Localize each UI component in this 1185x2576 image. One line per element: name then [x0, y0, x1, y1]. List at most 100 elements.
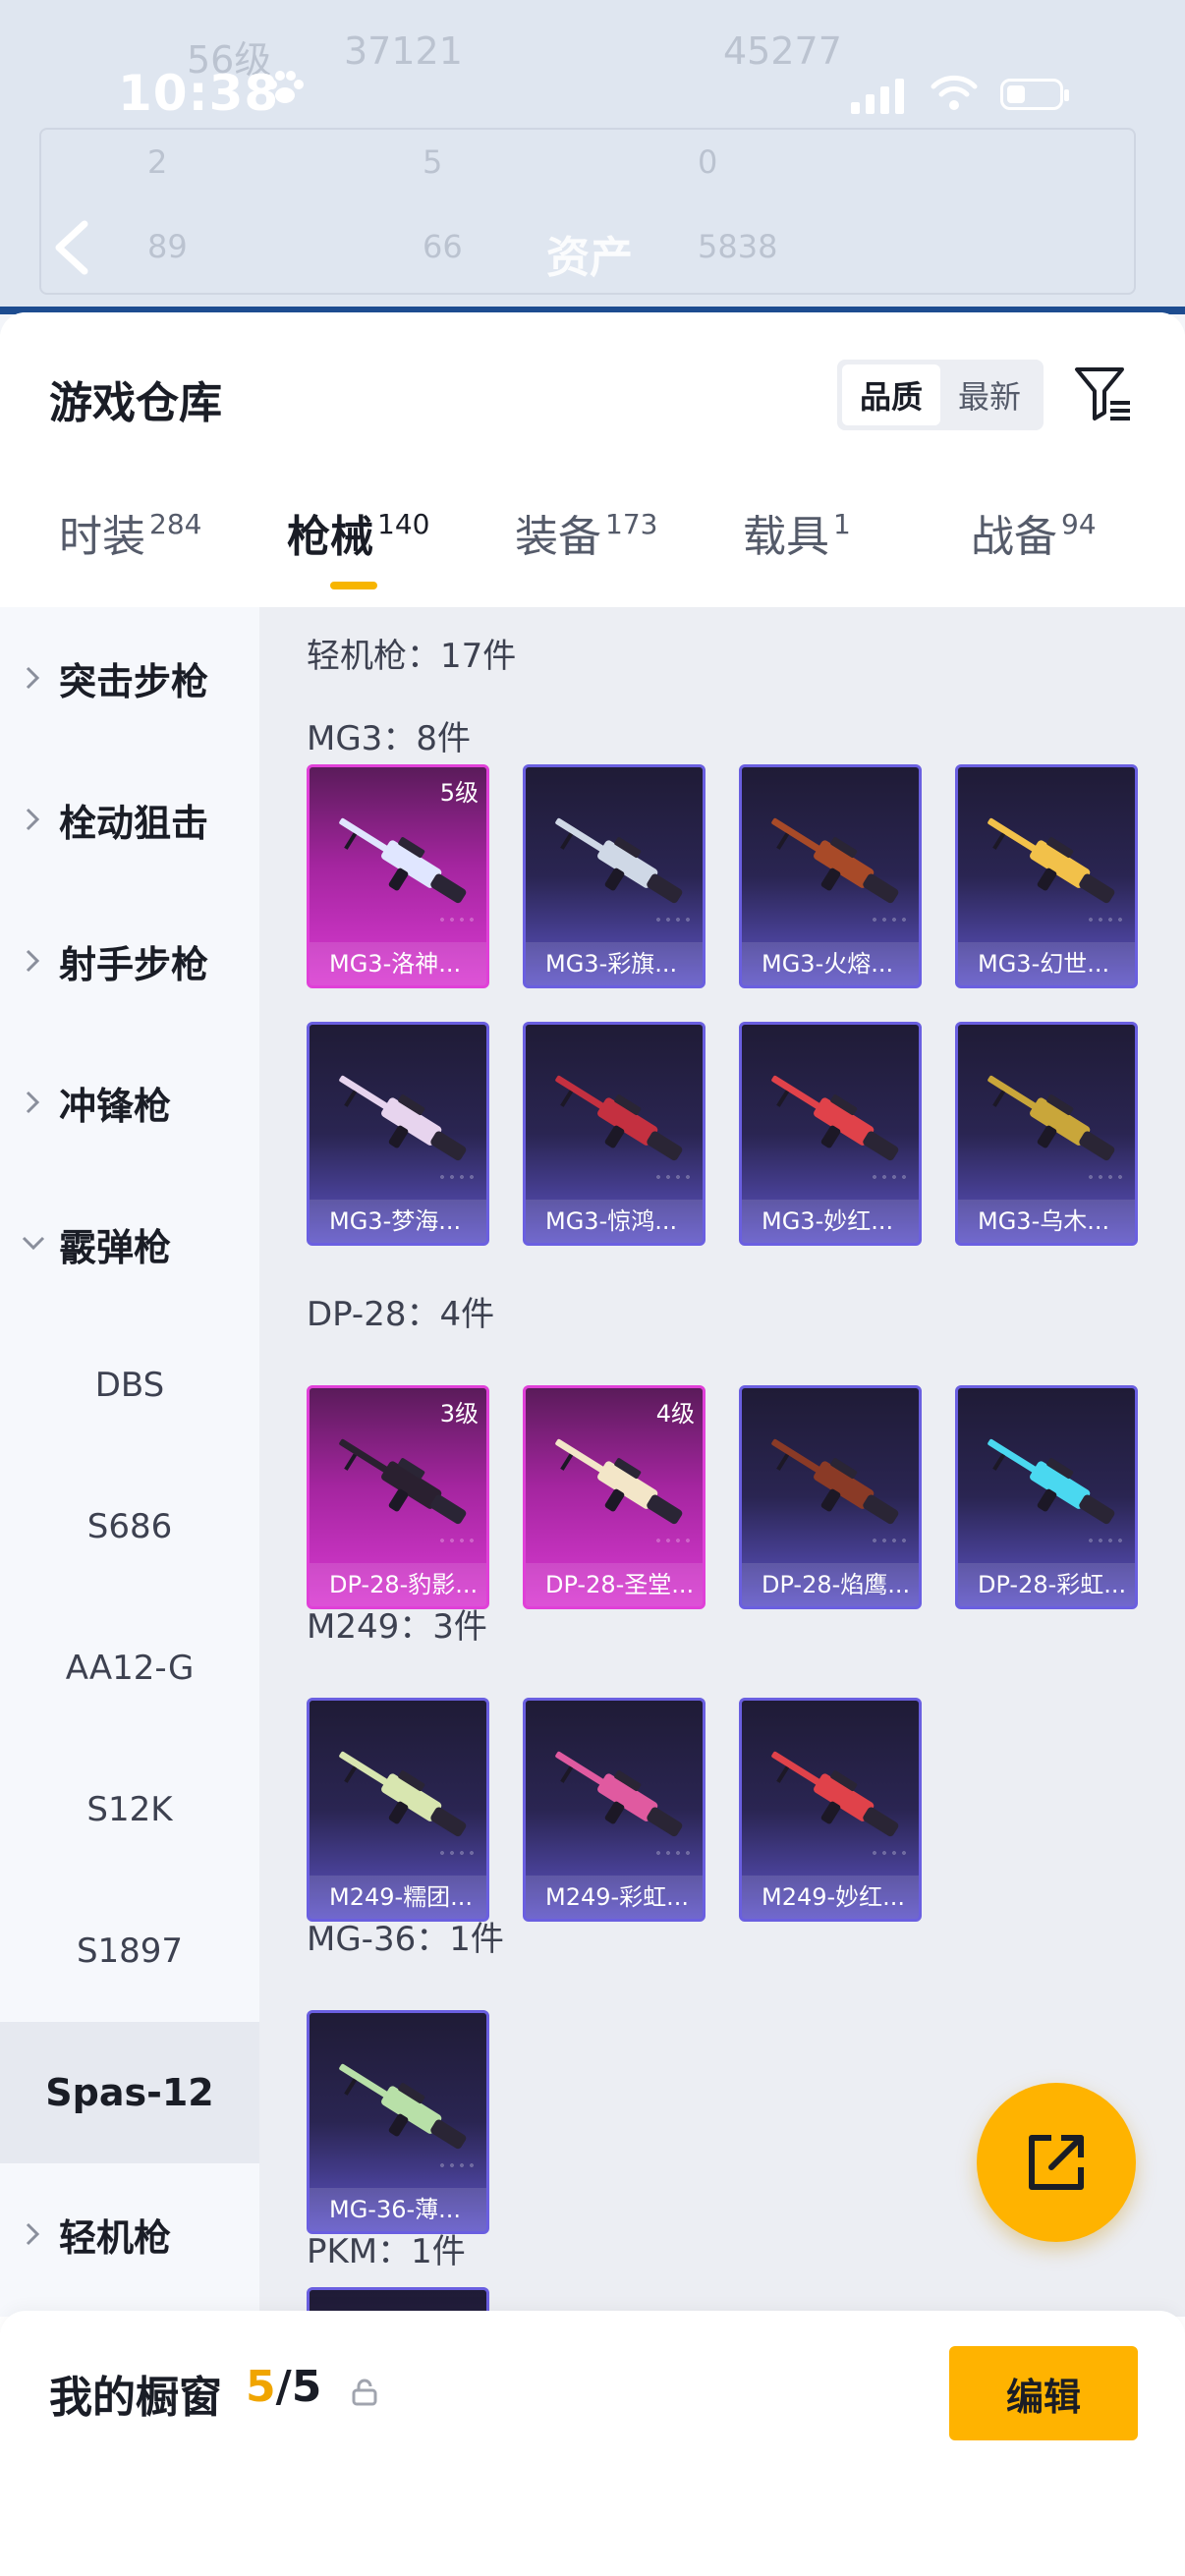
weapon-name: MG-36-薄... [310, 2188, 486, 2231]
weapon-card[interactable]: M249-彩虹... [523, 1698, 705, 1922]
weapon-card[interactable]: DP-28-彩虹... [955, 1385, 1138, 1609]
showcase-label: 我的橱窗 [49, 2373, 222, 2423]
sidebar-item-smg[interactable]: 冲锋枪 [0, 1032, 259, 1173]
weapon-name: DP-28-圣堂... [526, 1563, 703, 1606]
showcase-separator: / [275, 2362, 292, 2412]
decoration-dots [653, 1536, 693, 1547]
weapon-card[interactable]: M249-妙红... [739, 1698, 922, 1922]
sidebar-sub-s686[interactable]: S686 [0, 1456, 259, 1597]
weapon-name: MG3-梦海... [310, 1200, 486, 1243]
sidebar-item-label: 突击步枪 [59, 659, 209, 703]
sidebar-sub-spas12[interactable]: Spas-12 [0, 2022, 259, 2163]
weapon-image [988, 1438, 1115, 1525]
page-title: 游戏仓库 [49, 378, 222, 428]
weapon-card[interactable]: MG3-妙红... [739, 1022, 922, 1246]
tab-label: 装备 [515, 512, 601, 562]
lmg-summary: 轻机枪：17件 [307, 637, 517, 676]
weapon-card[interactable]: 3级 DP-28-豹影... [307, 1385, 489, 1609]
sidebar-item-marksman-rifle[interactable]: 射手步枪 [0, 890, 259, 1032]
weapon-name: MG3-幻世... [958, 942, 1135, 985]
faded-stat: 89 [147, 228, 188, 265]
edit-button[interactable]: 编辑 [949, 2346, 1138, 2440]
sort-toggle: 品质 最新 [837, 360, 1044, 430]
weapon-name: M249-妙红... [742, 1876, 919, 1919]
weapon-card[interactable]: MG3-梦海... [307, 1022, 489, 1246]
weapon-card[interactable]: 5级 MG3-洛神... [307, 764, 489, 988]
weapon-image [339, 2063, 467, 2150]
decoration-dots [437, 1848, 477, 1860]
tab-supplies[interactable]: 战备 94 [971, 501, 1097, 609]
tab-count: 173 [605, 508, 658, 540]
weapon-image [771, 1751, 899, 1837]
assets-title: 资产 [546, 233, 633, 283]
section-title: DP-28：4件 [307, 1295, 495, 1334]
active-tab-indicator [330, 582, 377, 589]
sort-option-quality[interactable]: 品质 [842, 364, 940, 425]
weapon-image [555, 1075, 683, 1161]
weapon-name: MG3-火熔... [742, 942, 919, 985]
tab-count: 1 [833, 508, 851, 540]
decoration-dots [870, 1172, 909, 1184]
weapon-card[interactable]: MG3-惊鸿... [523, 1022, 705, 1246]
sidebar-item-bolt-sniper[interactable]: 栓动狙击 [0, 749, 259, 890]
share-button[interactable] [977, 2083, 1136, 2242]
tab-count: 284 [149, 508, 202, 540]
decoration-dots [653, 915, 693, 926]
sheet-header: 游戏仓库 品质 最新 时装 284 枪械 140 装备 173 载具 1 战备 … [0, 312, 1185, 607]
weapon-image [339, 1438, 467, 1525]
section-title: MG3：8件 [307, 719, 471, 758]
battery-icon [1000, 79, 1069, 110]
sidebar-item-assault-rifle[interactable]: 突击步枪 [0, 607, 259, 749]
sidebar-sub-dbs[interactable]: DBS [0, 1315, 259, 1456]
status-time: 10:38 [118, 65, 280, 122]
weapon-grid: 轻机枪：17件 MG3：8件 DP-28：4件 M249：3件 MG-36：1件… [259, 607, 1185, 2317]
weapon-card[interactable]: MG-36-薄... [307, 2010, 489, 2234]
level-badge: 4级 [655, 1400, 695, 1428]
weapon-name: MG3-惊鸿... [526, 1200, 703, 1243]
sidebar-sub-aa12g[interactable]: AA12-G [0, 1597, 259, 1739]
faded-stat: 2 [147, 143, 168, 181]
tab-label: 枪械 [287, 512, 373, 562]
decoration-dots [1086, 915, 1125, 926]
sidebar-item-label: 霰弹枪 [59, 1225, 172, 1269]
sidebar-sub-s12k[interactable]: S12K [0, 1739, 259, 1880]
weapon-name: MG3-彩旗... [526, 942, 703, 985]
sidebar-item-shotgun[interactable]: 霰弹枪 [0, 1173, 259, 1315]
faded-stat: 5 [423, 143, 443, 181]
weapon-card[interactable]: DP-28-焰鹰... [739, 1385, 922, 1609]
sidebar-item-lmg[interactable]: 轻机枪 [0, 2163, 259, 2305]
chevron-right-icon [26, 2222, 40, 2246]
weapon-image [988, 817, 1115, 904]
showcase-total: 5 [291, 2362, 322, 2412]
weapon-name: M249-彩虹... [526, 1876, 703, 1919]
showcase-bar: 我的橱窗 5/5 编辑 [0, 2311, 1185, 2576]
weapon-card[interactable]: 4级 DP-28-圣堂... [523, 1385, 705, 1609]
background-profile-panel: 56级 37121 45277 2 5 0 89 66 5838 10:38 资… [0, 0, 1185, 314]
level-badge: 3级 [439, 1400, 479, 1428]
weapon-image [339, 1075, 467, 1161]
filter-icon[interactable] [1071, 362, 1136, 426]
tab-equipment[interactable]: 装备 173 [515, 501, 657, 609]
weapon-image [771, 1438, 899, 1525]
sidebar-item-label: 栓动狙击 [59, 801, 209, 845]
warehouse-sheet: 游戏仓库 品质 最新 时装 284 枪械 140 装备 173 载具 1 战备 … [0, 312, 1185, 2576]
tab-count: 140 [377, 508, 430, 540]
lock-icon [352, 2379, 377, 2406]
back-icon[interactable] [47, 218, 96, 277]
sort-option-newest[interactable]: 最新 [940, 364, 1039, 425]
level-badge: 5级 [439, 779, 479, 807]
tab-firearms[interactable]: 枪械 140 [287, 501, 429, 609]
tab-vehicles[interactable]: 载具 1 [743, 501, 851, 609]
weapon-card[interactable]: MG3-幻世... [955, 764, 1138, 988]
sidebar-item-label: 射手步枪 [59, 942, 209, 986]
weapon-card[interactable]: MG3-乌木... [955, 1022, 1138, 1246]
weapon-card[interactable]: MG3-彩旗... [523, 764, 705, 988]
tab-fashion[interactable]: 时装 284 [59, 501, 201, 609]
faded-stat: 66 [423, 228, 463, 265]
weapon-card[interactable]: M249-糯团... [307, 1698, 489, 1922]
weapon-card[interactable]: MG3-火熔... [739, 764, 922, 988]
weapon-name: MG3-妙红... [742, 1200, 919, 1243]
sidebar-sub-s1897[interactable]: S1897 [0, 1880, 259, 2022]
weapon-image [555, 817, 683, 904]
weapon-name: MG3-乌木... [958, 1200, 1135, 1243]
